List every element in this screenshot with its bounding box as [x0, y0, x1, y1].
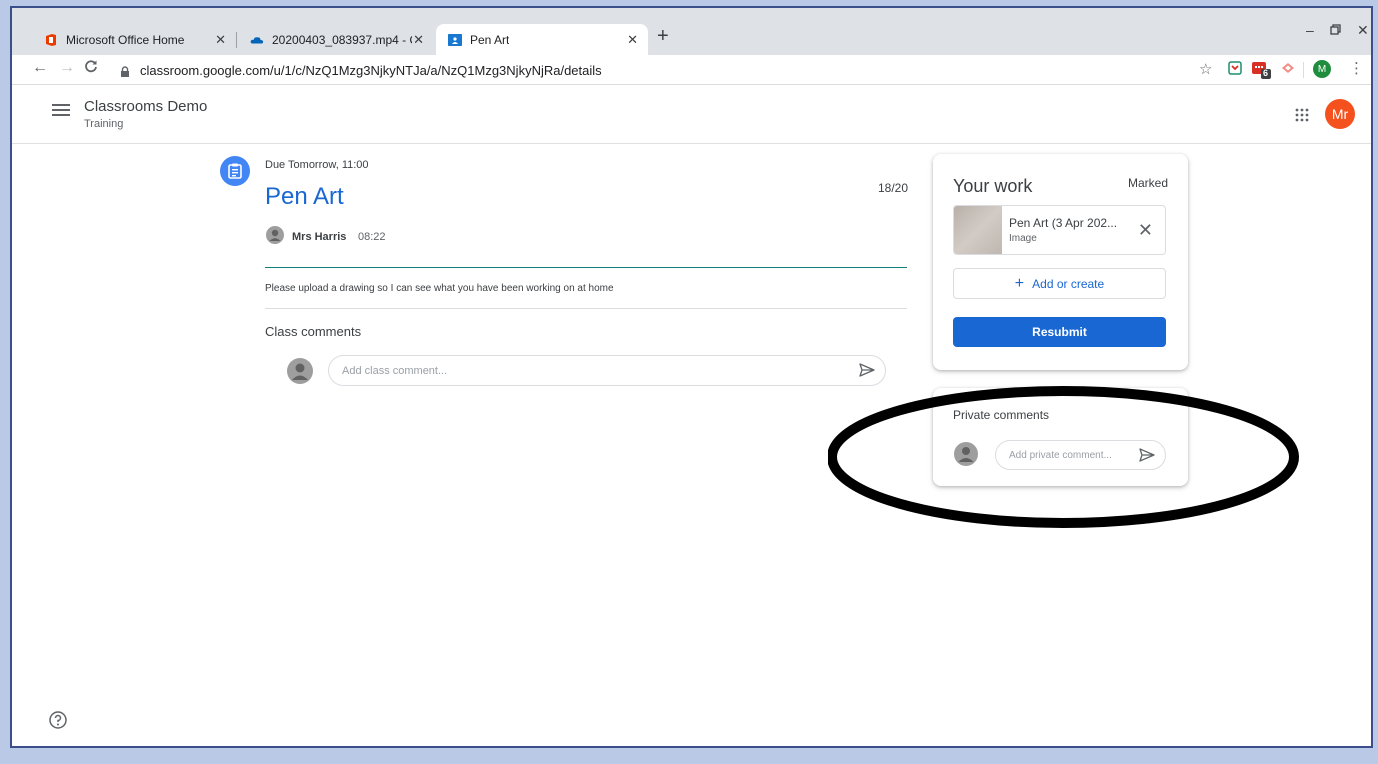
author-name: Mrs Harris [292, 231, 347, 243]
new-tab-icon[interactable]: + [657, 25, 669, 48]
tab-title: Microsoft Office Home [66, 32, 185, 47]
assignment-icon [220, 156, 250, 186]
close-tab-icon[interactable]: ✕ [413, 32, 424, 48]
classroom-icon [448, 33, 462, 47]
add-or-create-button[interactable]: + Add or create [953, 268, 1166, 299]
close-tab-icon[interactable]: ✕ [215, 32, 226, 48]
private-comment-placeholder: Add private comment... [1009, 449, 1112, 461]
close-window-icon[interactable]: ✕ [1357, 22, 1369, 39]
profile-avatar[interactable]: M [1313, 60, 1331, 78]
browser-menu-icon[interactable]: ⋮ [1349, 59, 1364, 77]
cast-extension-icon[interactable] [1280, 61, 1296, 80]
minimize-icon[interactable]: – [1306, 22, 1314, 38]
close-tab-icon[interactable]: ✕ [627, 32, 638, 48]
resubmit-button[interactable]: Resubmit [953, 317, 1166, 347]
tab-separator [236, 32, 237, 48]
posted-time: 08:22 [358, 231, 386, 243]
commenter-avatar-icon [954, 442, 978, 466]
bookmark-star-icon[interactable]: ☆ [1199, 60, 1212, 78]
assignment-title: Pen Art [265, 183, 344, 210]
user-avatar[interactable]: Mr [1325, 99, 1355, 129]
onedrive-cloud-icon [250, 33, 264, 47]
plus-icon: + [1014, 274, 1025, 292]
browser-window: Microsoft Office Home ✕ 20200403_083937.… [10, 6, 1373, 748]
private-comments-heading: Private comments [953, 408, 1050, 422]
browser-toolbar: ← → classroom.google.com/u/1/c/NzQ1Mzg3N… [12, 55, 1371, 85]
attachment-name: Pen Art (3 Apr 202... [1009, 216, 1118, 230]
assignment-instructions: Please upload a drawing so I can see wha… [265, 283, 614, 294]
tab-title: Pen Art [470, 32, 510, 47]
attachment-type: Image [1009, 233, 1037, 244]
main-menu-icon[interactable] [52, 104, 70, 118]
back-icon[interactable]: ← [32, 59, 48, 77]
attachment-card[interactable]: Pen Art (3 Apr 202... Image ✕ [953, 205, 1166, 255]
pocket-icon[interactable] [1228, 61, 1242, 80]
restore-icon[interactable] [1330, 22, 1341, 38]
forward-icon[interactable]: → [59, 59, 75, 77]
tab-title: 20200403_083937.mp4 - OneDriv [272, 32, 412, 47]
work-status: Marked [1127, 176, 1168, 190]
send-icon[interactable] [859, 363, 875, 380]
tab-pen-art[interactable]: Pen Art ✕ [436, 24, 648, 55]
tab-onedrive[interactable]: 20200403_083937.mp4 - OneDriv ✕ [238, 24, 434, 55]
your-work-card: Your work Marked Pen Art (3 Apr 202... I… [933, 154, 1188, 370]
address-bar[interactable]: classroom.google.com/u/1/c/NzQ1Mzg3NjkyN… [120, 59, 602, 81]
class-comment-placeholder: Add class comment... [342, 364, 448, 377]
private-comment-input[interactable]: Add private comment... [995, 440, 1166, 470]
extension-badge-count: 6 [1263, 68, 1269, 78]
class-section: Training [84, 118, 124, 130]
send-icon[interactable] [1139, 448, 1155, 465]
classroom-header: Classrooms Demo Training Mr [12, 86, 1371, 144]
remove-attachment-icon[interactable]: ✕ [1138, 220, 1153, 241]
commenter-avatar-icon [287, 358, 313, 384]
toolbar-separator [1303, 62, 1304, 78]
reload-icon[interactable] [84, 59, 98, 78]
url-text: classroom.google.com/u/1/c/NzQ1Mzg3NjkyN… [140, 62, 602, 78]
divider [265, 267, 907, 268]
lock-icon [120, 65, 130, 77]
assignment-grade: 18/20 [878, 181, 909, 195]
class-title[interactable]: Classrooms Demo [84, 98, 207, 115]
add-or-create-label: Add or create [1032, 276, 1105, 291]
private-comments-card: Private comments Add private comment... [933, 388, 1188, 486]
attachment-thumbnail [954, 206, 1002, 254]
due-date: Due Tomorrow, 11:00 [265, 159, 369, 171]
your-work-title: Your work [953, 176, 1033, 196]
divider [265, 308, 907, 309]
google-apps-icon[interactable] [1295, 108, 1309, 127]
office-icon [44, 33, 58, 47]
class-comment-input[interactable]: Add class comment... [328, 355, 886, 386]
class-comments-heading: Class comments [265, 324, 362, 339]
tab-office-home[interactable]: Microsoft Office Home ✕ [32, 24, 236, 55]
author-avatar-icon [266, 226, 284, 244]
extension-badge-icon[interactable]: 6 [1252, 61, 1272, 84]
tab-strip: Microsoft Office Home ✕ 20200403_083937.… [12, 8, 1371, 55]
help-icon[interactable] [49, 711, 67, 734]
